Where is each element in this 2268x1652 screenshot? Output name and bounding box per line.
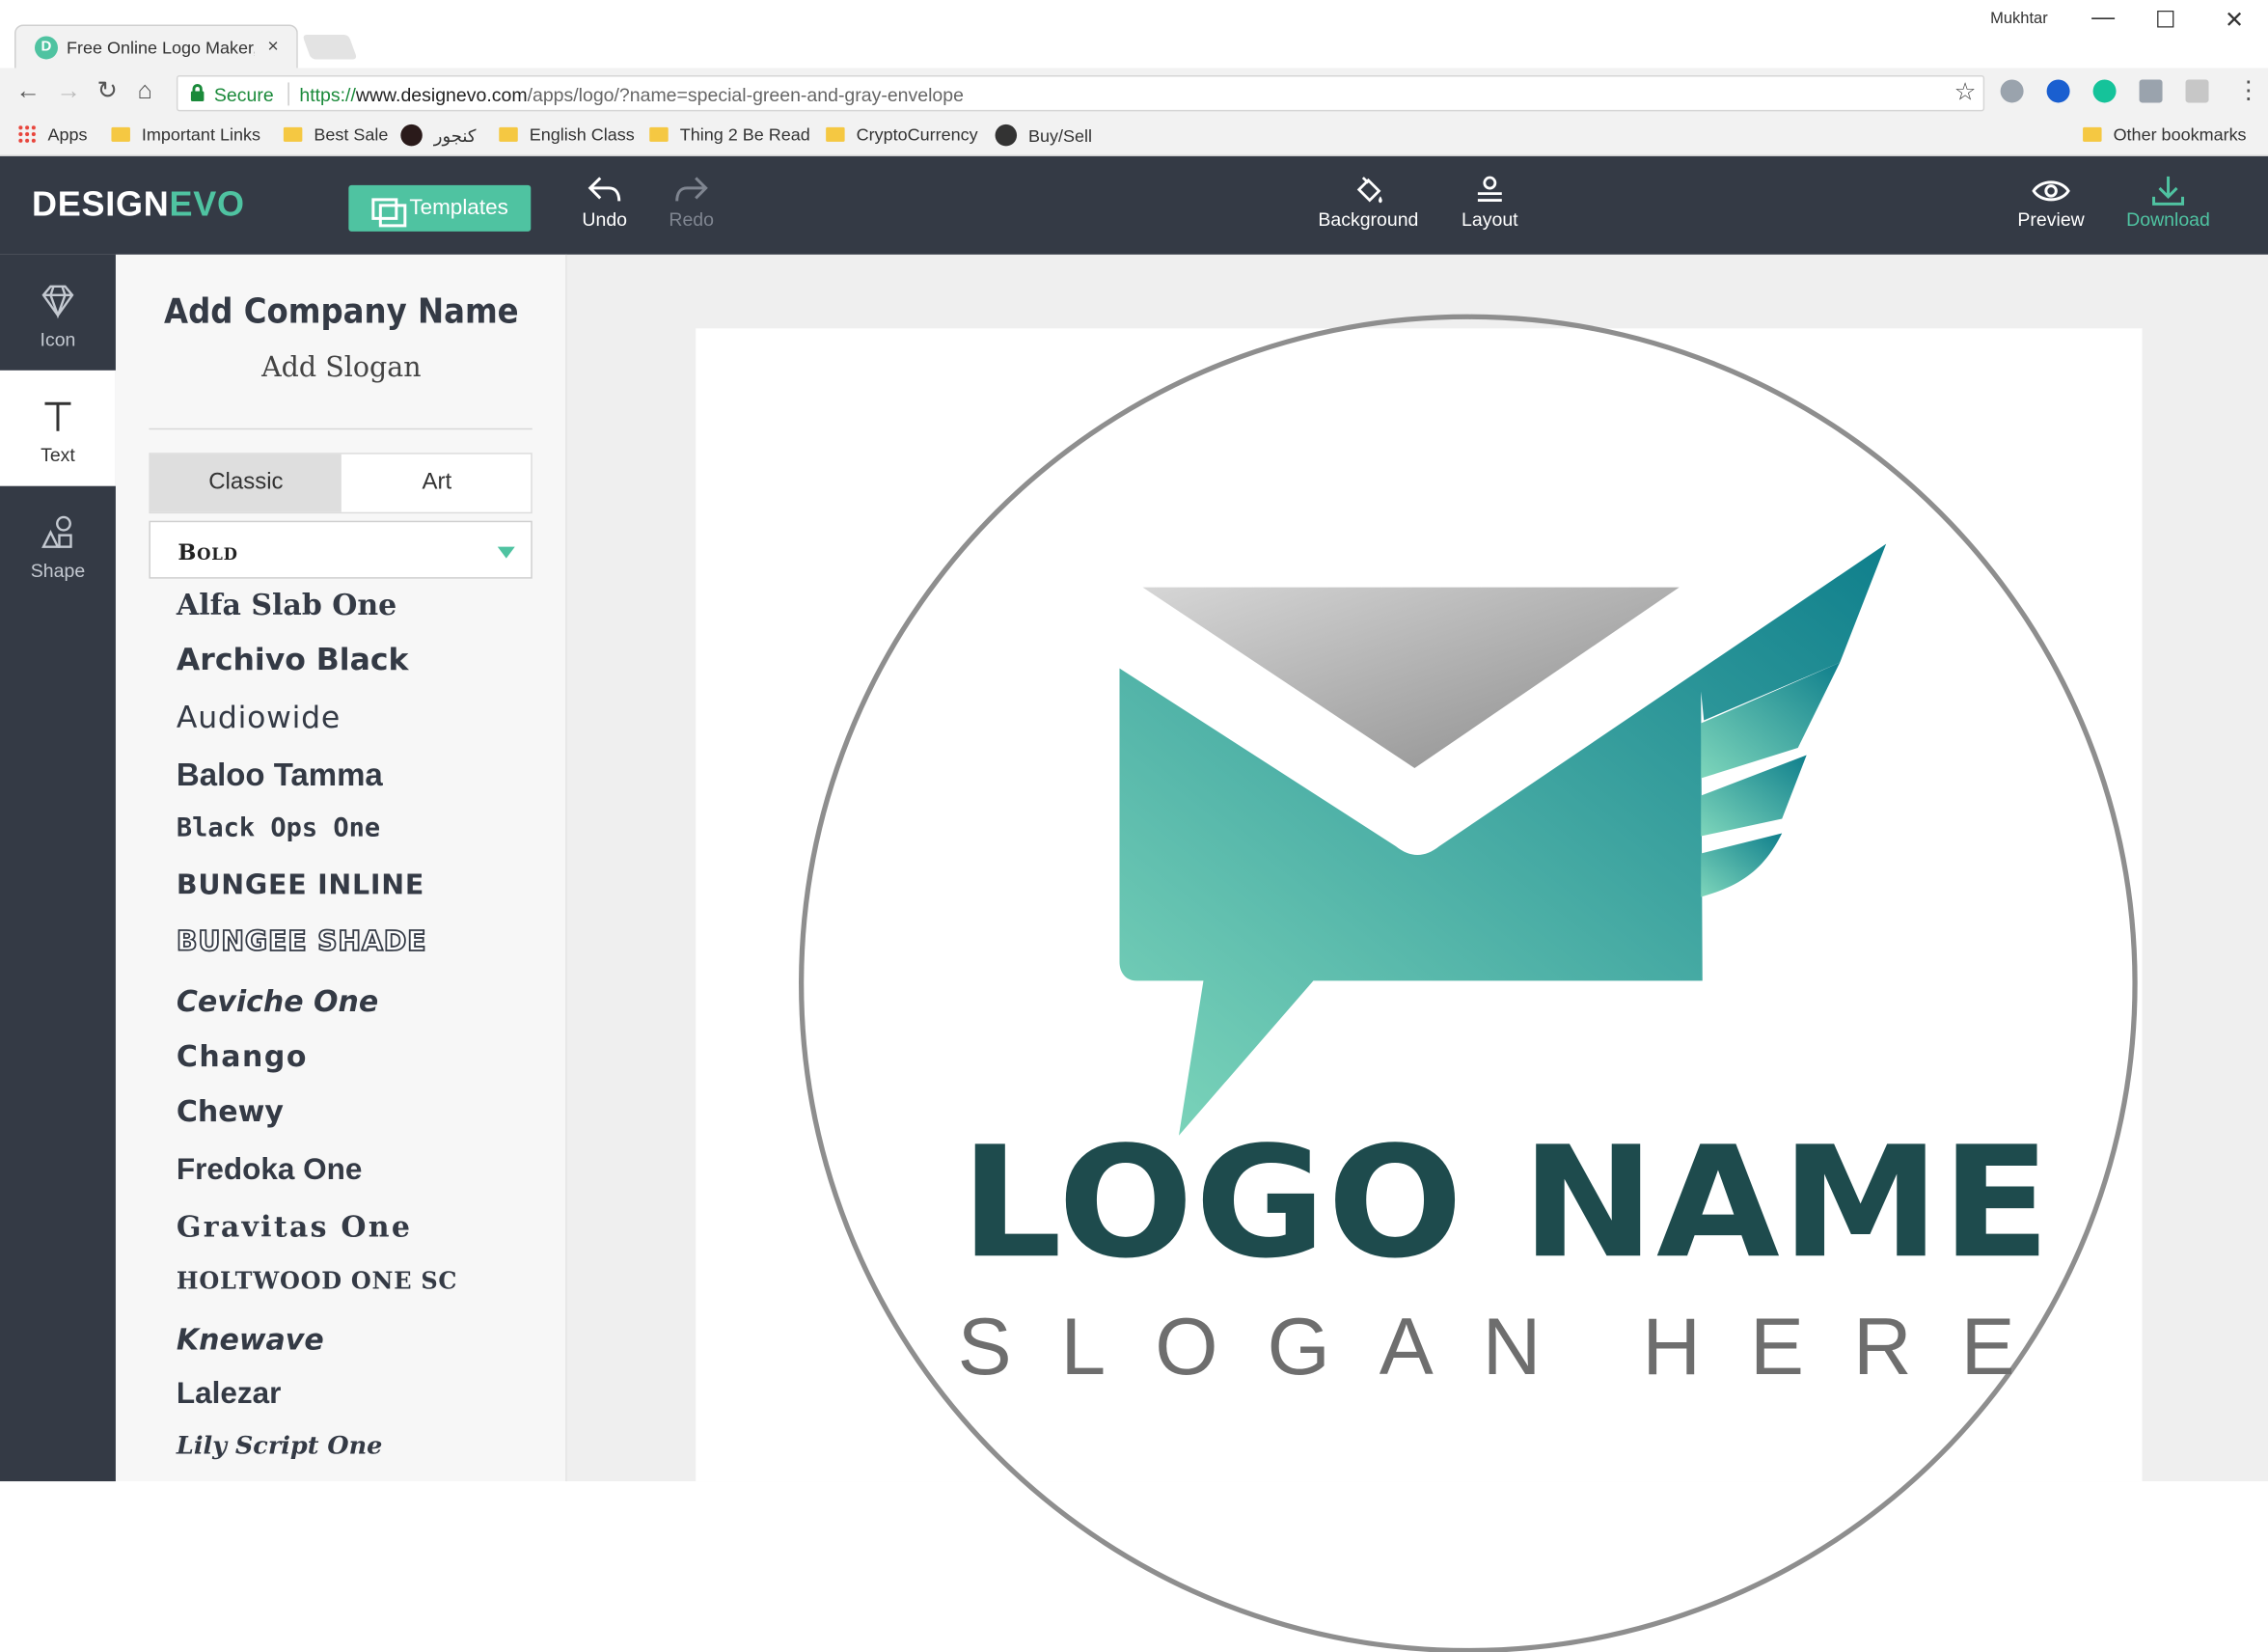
logo-graphic[interactable]: [0, 0, 2268, 1652]
logo-slogan-text[interactable]: SLOGAN HERE: [958, 1299, 2064, 1392]
logo-circle-border: [799, 314, 2138, 1652]
screen: D Free Online Logo Maker, × Mukhtar — ☐ …: [0, 0, 2268, 1652]
wing-feather-3: [1701, 833, 1783, 897]
logo-name-text[interactable]: LOGO NAME: [961, 1114, 2052, 1291]
